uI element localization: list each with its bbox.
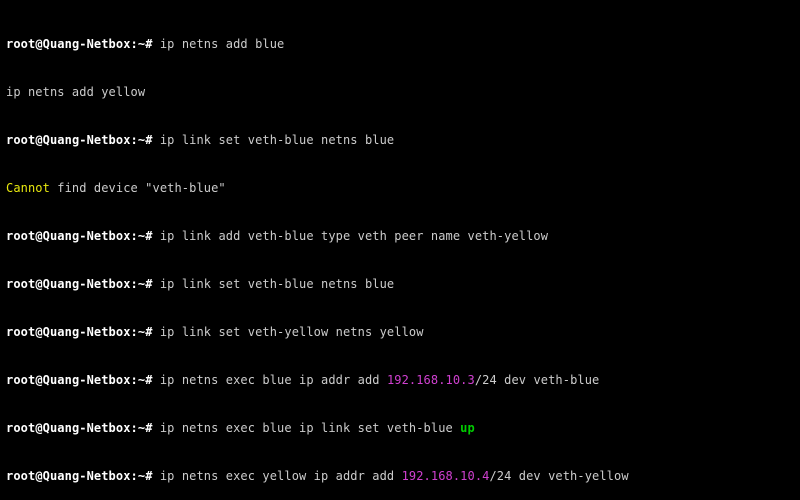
shell-line: root@Quang-Netbox:~# ip link set veth-bl… <box>6 132 794 148</box>
shell-line: root@Quang-Netbox:~# ip netns exec blue … <box>6 420 794 436</box>
prompt: root@Quang-Netbox:~# <box>6 133 153 147</box>
ip-address: 192.168.10.3 <box>387 373 475 387</box>
shell-line: root@Quang-Netbox:~# ip netns exec blue … <box>6 372 794 388</box>
prompt: root@Quang-Netbox:~# <box>6 325 153 339</box>
shell-line: root@Quang-Netbox:~# ip link set veth-bl… <box>6 276 794 292</box>
error-text: Cannot find device "veth-blue" <box>6 180 794 196</box>
shell-line: root@Quang-Netbox:~# ip link set veth-ye… <box>6 324 794 340</box>
terminal-output: root@Quang-Netbox:~# ip netns add blue i… <box>0 0 800 500</box>
command-text: ip link set veth-yellow netns yellow <box>160 325 424 339</box>
command-text: ip netns add yellow <box>6 84 794 100</box>
shell-line: root@Quang-Netbox:~# ip netns add blue <box>6 36 794 52</box>
prompt: root@Quang-Netbox:~# <box>6 37 153 51</box>
prompt: root@Quang-Netbox:~# <box>6 229 153 243</box>
command-text: ip netns exec blue ip addr add 192.168.1… <box>160 373 600 387</box>
command-text: ip netns add blue <box>160 37 285 51</box>
command-text: ip link set veth-blue netns blue <box>160 277 394 291</box>
shell-line: root@Quang-Netbox:~# ip netns exec yello… <box>6 468 794 484</box>
command-text: ip link set veth-blue netns blue <box>160 133 394 147</box>
prompt: root@Quang-Netbox:~# <box>6 469 153 483</box>
command-text: ip netns exec yellow ip addr add 192.168… <box>160 469 629 483</box>
shell-line: root@Quang-Netbox:~# ip link add veth-bl… <box>6 228 794 244</box>
ip-address: 192.168.10.4 <box>402 469 490 483</box>
prompt: root@Quang-Netbox:~# <box>6 373 153 387</box>
prompt: root@Quang-Netbox:~# <box>6 421 153 435</box>
prompt: root@Quang-Netbox:~# <box>6 277 153 291</box>
command-text: ip netns exec blue ip link set veth-blue… <box>160 421 475 435</box>
command-text: ip link add veth-blue type veth peer nam… <box>160 229 548 243</box>
state-up: up <box>460 421 475 435</box>
